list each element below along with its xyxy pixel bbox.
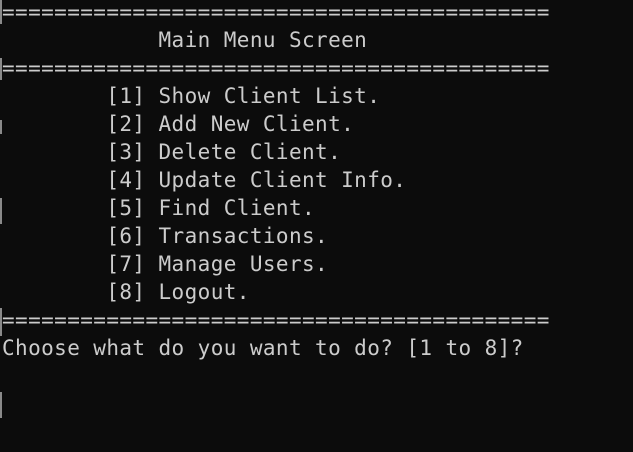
menu-item-transactions: [6] Transactions. [2,224,329,248]
separator-mid: ========================================… [2,56,550,80]
separator-bottom: ========================================… [2,308,550,332]
menu-item-show-client-list: [1] Show Client List. [2,84,381,108]
menu-item-logout: [8] Logout. [2,280,250,304]
separator-top: ========================================… [2,0,550,24]
menu-item-manage-users: [7] Manage Users. [2,252,329,276]
console-window[interactable]: ========================================… [0,0,633,452]
edge-mark [0,392,2,418]
menu-title: Main Menu Screen [2,28,368,52]
menu-item-find-client: [5] Find Client. [2,196,316,220]
menu-item-delete-client: [3] Delete Client. [2,140,342,164]
menu-item-add-new-client: [2] Add New Client. [2,112,355,136]
menu-item-update-client-info: [4] Update Client Info. [2,168,407,192]
input-prompt[interactable]: Choose what do you want to do? [1 to 8]? [2,334,524,362]
